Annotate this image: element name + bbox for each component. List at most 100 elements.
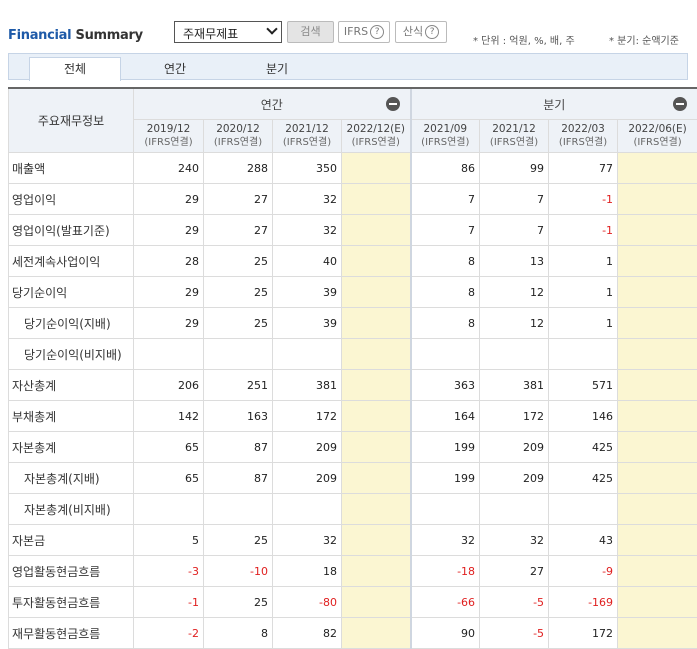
value-cell: 40 xyxy=(272,245,342,277)
value-cell: 77 xyxy=(548,152,619,184)
value-cell: 7 xyxy=(479,183,550,215)
table-row: 자본총계(지배) 65 87 209 199 209 425 xyxy=(8,462,697,494)
value-cell: -1 xyxy=(548,183,619,215)
row-label[interactable]: 영업이익 xyxy=(8,183,134,215)
value-cell: 65 xyxy=(133,462,204,494)
row-label[interactable]: 자본총계(지배) xyxy=(8,462,134,494)
value-cell xyxy=(203,338,273,370)
value-cell: 571 xyxy=(548,369,619,401)
value-cell: -1 xyxy=(548,214,619,246)
value-cell xyxy=(617,369,697,401)
value-cell: 27 xyxy=(203,214,273,246)
statement-type-select[interactable]: 주재무제표 xyxy=(174,21,282,43)
value-cell: 32 xyxy=(479,524,550,556)
row-label[interactable]: 세전계속사업이익 xyxy=(8,245,134,277)
chevron-down-icon xyxy=(266,23,278,35)
row-label[interactable]: 자본총계 xyxy=(8,431,134,463)
period-header: 2020/12 (IFRS연결) xyxy=(203,119,273,153)
help-icon: ? xyxy=(425,25,440,39)
table-row: 당기순이익 29 25 39 8 12 1 xyxy=(8,276,697,308)
table-row: 자본총계(비지배) xyxy=(8,493,697,525)
value-cell: 90 xyxy=(409,617,481,649)
value-cell: 29 xyxy=(133,183,204,215)
value-cell xyxy=(340,524,412,556)
value-cell xyxy=(272,493,342,525)
value-cell: 363 xyxy=(409,369,481,401)
row-label[interactable]: 투자활동현금흐름 xyxy=(8,586,134,618)
value-cell: -80 xyxy=(272,586,342,618)
value-cell: 27 xyxy=(203,183,273,215)
table-row: 영업이익(발표기준) 29 27 32 7 7 -1 xyxy=(8,214,697,246)
value-cell xyxy=(203,493,273,525)
period-header: 2021/12 (IFRS연결) xyxy=(479,119,550,153)
formula-button[interactable]: 산식? xyxy=(395,21,447,43)
table-row: 투자활동현금흐름 -1 25 -80 -66 -5 -169 xyxy=(8,586,697,618)
row-label[interactable]: 자산총계 xyxy=(8,369,134,401)
value-cell xyxy=(617,524,697,556)
tab-all[interactable]: 전체 xyxy=(29,57,121,81)
value-cell: 32 xyxy=(272,524,342,556)
value-cell xyxy=(617,338,697,370)
search-button[interactable]: 검색 xyxy=(287,21,334,43)
table-row: 영업활동현금흐름 -3 -10 18 -18 27 -9 xyxy=(8,555,697,587)
row-label[interactable]: 매출액 xyxy=(8,152,134,184)
table-row: 자본금 5 25 32 32 32 43 xyxy=(8,524,697,556)
period-basis: (IFRS연결) xyxy=(489,137,539,148)
row-label[interactable]: 부채총계 xyxy=(8,400,134,432)
value-cell: 29 xyxy=(133,276,204,308)
value-cell xyxy=(340,586,412,618)
row-label[interactable]: 영업이익(발표기준) xyxy=(8,214,134,246)
row-label[interactable]: 당기순이익 xyxy=(8,276,134,308)
quarter-basis-note: * 분기: 순액기준 xyxy=(609,36,679,47)
value-cell xyxy=(340,555,412,587)
value-cell xyxy=(340,400,412,432)
period-date: 2022/03 xyxy=(561,123,605,135)
value-cell xyxy=(340,276,412,308)
value-cell xyxy=(617,431,697,463)
period-date: 2021/12 xyxy=(285,123,329,135)
row-label[interactable]: 당기순이익(지배) xyxy=(8,307,134,339)
value-cell xyxy=(617,214,697,246)
period-basis: (IFRS연결) xyxy=(351,137,400,148)
value-cell xyxy=(617,183,697,215)
value-cell: 381 xyxy=(272,369,342,401)
row-label[interactable]: 자본총계(비지배) xyxy=(8,493,134,525)
row-header-label: 주요재무정보 xyxy=(8,87,134,153)
period-header: 2019/12 (IFRS연결) xyxy=(133,119,204,153)
value-cell: -5 xyxy=(479,617,550,649)
quarter-group-header: 분기 xyxy=(409,87,697,120)
value-cell xyxy=(548,338,619,370)
table-row: 당기순이익(비지배) xyxy=(8,338,697,370)
value-cell: 32 xyxy=(272,214,342,246)
value-cell: 29 xyxy=(133,307,204,339)
value-cell xyxy=(617,276,697,308)
value-cell xyxy=(340,214,412,246)
value-cell: 12 xyxy=(479,307,550,339)
period-basis: (IFRS연결) xyxy=(421,137,470,148)
collapse-quarter-icon[interactable] xyxy=(673,97,688,111)
value-cell: 425 xyxy=(548,462,619,494)
value-cell xyxy=(340,245,412,277)
row-label[interactable]: 당기순이익(비지배) xyxy=(8,338,134,370)
period-header: 2022/12(E) (IFRS연결) xyxy=(340,119,412,153)
value-cell: -9 xyxy=(548,555,619,587)
collapse-annual-icon[interactable] xyxy=(385,97,400,111)
value-cell: 27 xyxy=(479,555,550,587)
row-label[interactable]: 영업활동현금흐름 xyxy=(8,555,134,587)
value-cell: 172 xyxy=(548,617,619,649)
value-cell: 172 xyxy=(272,400,342,432)
value-cell: 25 xyxy=(203,276,273,308)
value-cell: 1 xyxy=(548,276,619,308)
value-cell xyxy=(340,462,412,494)
value-cell xyxy=(340,338,412,370)
tab-annual[interactable]: 연간 xyxy=(129,58,221,81)
period-header: 2021/12 (IFRS연결) xyxy=(272,119,342,153)
ifrs-button[interactable]: IFRS? xyxy=(338,21,390,43)
value-cell: 5 xyxy=(133,524,204,556)
value-cell: 99 xyxy=(479,152,550,184)
tab-quarter[interactable]: 분기 xyxy=(231,58,323,81)
row-label[interactable]: 자본금 xyxy=(8,524,134,556)
row-label[interactable]: 재무활동현금흐름 xyxy=(8,617,134,649)
period-basis: (IFRS연결) xyxy=(144,137,193,148)
period-date: 2019/12 xyxy=(146,123,191,135)
